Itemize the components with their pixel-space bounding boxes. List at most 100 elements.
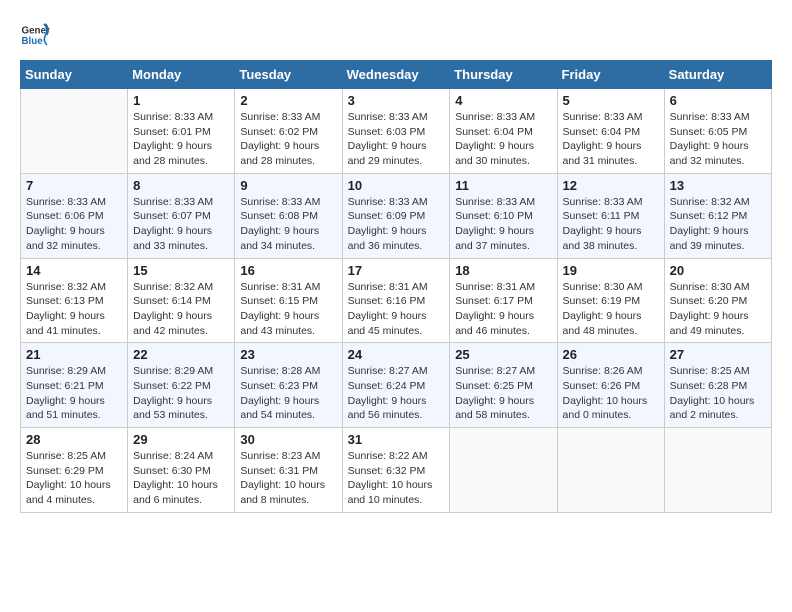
day-info: Sunrise: 8:32 AMSunset: 6:13 PMDaylight:… — [26, 280, 122, 339]
day-info: Sunrise: 8:33 AMSunset: 6:04 PMDaylight:… — [563, 110, 659, 169]
day-number: 12 — [563, 178, 659, 193]
day-info: Sunrise: 8:22 AMSunset: 6:32 PMDaylight:… — [348, 449, 445, 508]
calendar-cell — [664, 428, 771, 513]
calendar-cell: 24 Sunrise: 8:27 AMSunset: 6:24 PMDayligh… — [342, 343, 450, 428]
day-number: 17 — [348, 263, 445, 278]
calendar-cell: 4 Sunrise: 8:33 AMSunset: 6:04 PMDaylight… — [450, 89, 557, 174]
day-number: 29 — [133, 432, 229, 447]
calendar-cell: 25Sunrise: 8:27 AMSunset: 6:25 PMDayligh… — [450, 343, 557, 428]
calendar-cell: 29 Sunrise: 8:24 AMSunset: 6:30 PMDayligh… — [128, 428, 235, 513]
day-info: Sunrise: 8:29 AMSunset: 6:21 PMDaylight:… — [26, 364, 122, 423]
day-number: 11 — [455, 178, 551, 193]
calendar-cell: 12 Sunrise: 8:33 AMSunset: 6:11 PMDayligh… — [557, 173, 664, 258]
day-number: 8 — [133, 178, 229, 193]
day-number: 16 — [240, 263, 336, 278]
header: General Blue — [20, 20, 772, 50]
weekday-header-monday: Monday — [128, 61, 235, 89]
day-number: 5 — [563, 93, 659, 108]
day-info: Sunrise: 8:30 AMSunset: 6:20 PMDaylight:… — [670, 280, 766, 339]
weekday-header-sunday: Sunday — [21, 61, 128, 89]
day-info: Sunrise: 8:24 AMSunset: 6:30 PMDaylight:… — [133, 449, 229, 508]
day-info: Sunrise: 8:33 AMSunset: 6:02 PMDaylight:… — [240, 110, 336, 169]
calendar-cell: 16 Sunrise: 8:31 AMSunset: 6:15 PMDayligh… — [235, 258, 342, 343]
calendar-cell: 15 Sunrise: 8:32 AMSunset: 6:14 PMDayligh… — [128, 258, 235, 343]
day-info: Sunrise: 8:29 AMSunset: 6:22 PMDaylight:… — [133, 364, 229, 423]
calendar-cell: 14Sunrise: 8:32 AMSunset: 6:13 PMDayligh… — [21, 258, 128, 343]
calendar-cell: 18 Sunrise: 8:31 AMSunset: 6:17 PMDayligh… — [450, 258, 557, 343]
calendar-cell: 8 Sunrise: 8:33 AMSunset: 6:07 PMDaylight… — [128, 173, 235, 258]
day-number: 23 — [240, 347, 336, 362]
calendar-cell: 17 Sunrise: 8:31 AMSunset: 6:16 PMDayligh… — [342, 258, 450, 343]
day-info: Sunrise: 8:26 AMSunset: 6:26 PMDaylight:… — [563, 364, 659, 423]
calendar-cell: 10 Sunrise: 8:33 AMSunset: 6:09 PMDayligh… — [342, 173, 450, 258]
day-number: 28 — [26, 432, 122, 447]
calendar-cell: 2 Sunrise: 8:33 AMSunset: 6:02 PMDaylight… — [235, 89, 342, 174]
day-number: 31 — [348, 432, 445, 447]
calendar-cell: 5 Sunrise: 8:33 AMSunset: 6:04 PMDaylight… — [557, 89, 664, 174]
weekday-header-row: SundayMondayTuesdayWednesdayThursdayFrid… — [21, 61, 772, 89]
day-number: 3 — [348, 93, 445, 108]
day-number: 19 — [563, 263, 659, 278]
calendar-cell: 7 Sunrise: 8:33 AMSunset: 6:06 PMDaylight… — [21, 173, 128, 258]
day-number: 18 — [455, 263, 551, 278]
day-info: Sunrise: 8:33 AMSunset: 6:07 PMDaylight:… — [133, 195, 229, 254]
day-number: 25 — [455, 347, 551, 362]
weekday-header-friday: Friday — [557, 61, 664, 89]
day-number: 22 — [133, 347, 229, 362]
logo: General Blue — [20, 20, 54, 50]
day-info: Sunrise: 8:23 AMSunset: 6:31 PMDaylight:… — [240, 449, 336, 508]
day-info: Sunrise: 8:31 AMSunset: 6:17 PMDaylight:… — [455, 280, 551, 339]
calendar-cell: 20 Sunrise: 8:30 AMSunset: 6:20 PMDayligh… — [664, 258, 771, 343]
day-number: 13 — [670, 178, 766, 193]
day-info: Sunrise: 8:33 AMSunset: 6:04 PMDaylight:… — [455, 110, 551, 169]
day-info: Sunrise: 8:27 AMSunset: 6:24 PMDaylight:… — [348, 364, 445, 423]
calendar-cell — [450, 428, 557, 513]
day-info: Sunrise: 8:31 AMSunset: 6:15 PMDaylight:… — [240, 280, 336, 339]
day-number: 24 — [348, 347, 445, 362]
svg-text:Blue: Blue — [22, 36, 44, 47]
calendar-cell: 27Sunrise: 8:25 AMSunset: 6:28 PMDayligh… — [664, 343, 771, 428]
calendar-cell: 3 Sunrise: 8:33 AMSunset: 6:03 PMDaylight… — [342, 89, 450, 174]
day-number: 20 — [670, 263, 766, 278]
day-number: 9 — [240, 178, 336, 193]
day-number: 27 — [670, 347, 766, 362]
day-number: 10 — [348, 178, 445, 193]
week-row-4: 21 Sunrise: 8:29 AMSunset: 6:21 PMDayligh… — [21, 343, 772, 428]
calendar-table: SundayMondayTuesdayWednesdayThursdayFrid… — [20, 60, 772, 513]
calendar-cell — [557, 428, 664, 513]
week-row-1: 1 Sunrise: 8:33 AMSunset: 6:01 PMDaylight… — [21, 89, 772, 174]
calendar-cell: 11 Sunrise: 8:33 AMSunset: 6:10 PMDayligh… — [450, 173, 557, 258]
week-row-5: 28 Sunrise: 8:25 AMSunset: 6:29 PMDayligh… — [21, 428, 772, 513]
day-info: Sunrise: 8:33 AMSunset: 6:03 PMDaylight:… — [348, 110, 445, 169]
day-number: 1 — [133, 93, 229, 108]
calendar-cell: 23 Sunrise: 8:28 AMSunset: 6:23 PMDayligh… — [235, 343, 342, 428]
day-number: 7 — [26, 178, 122, 193]
calendar-cell: 28 Sunrise: 8:25 AMSunset: 6:29 PMDayligh… — [21, 428, 128, 513]
day-number: 4 — [455, 93, 551, 108]
calendar-cell: 30Sunrise: 8:23 AMSunset: 6:31 PMDayligh… — [235, 428, 342, 513]
day-info: Sunrise: 8:33 AMSunset: 6:01 PMDaylight:… — [133, 110, 229, 169]
day-number: 15 — [133, 263, 229, 278]
weekday-header-thursday: Thursday — [450, 61, 557, 89]
day-info: Sunrise: 8:25 AMSunset: 6:29 PMDaylight:… — [26, 449, 122, 508]
weekday-header-tuesday: Tuesday — [235, 61, 342, 89]
day-number: 21 — [26, 347, 122, 362]
calendar-cell: 13Sunrise: 8:32 AMSunset: 6:12 PMDayligh… — [664, 173, 771, 258]
calendar-cell: 21 Sunrise: 8:29 AMSunset: 6:21 PMDayligh… — [21, 343, 128, 428]
day-info: Sunrise: 8:28 AMSunset: 6:23 PMDaylight:… — [240, 364, 336, 423]
day-info: Sunrise: 8:33 AMSunset: 6:11 PMDaylight:… — [563, 195, 659, 254]
day-info: Sunrise: 8:33 AMSunset: 6:10 PMDaylight:… — [455, 195, 551, 254]
day-info: Sunrise: 8:33 AMSunset: 6:08 PMDaylight:… — [240, 195, 336, 254]
day-info: Sunrise: 8:33 AMSunset: 6:09 PMDaylight:… — [348, 195, 445, 254]
calendar-cell: 31 Sunrise: 8:22 AMSunset: 6:32 PMDayligh… — [342, 428, 450, 513]
weekday-header-saturday: Saturday — [664, 61, 771, 89]
day-info: Sunrise: 8:31 AMSunset: 6:16 PMDaylight:… — [348, 280, 445, 339]
day-info: Sunrise: 8:33 AMSunset: 6:05 PMDaylight:… — [670, 110, 766, 169]
day-info: Sunrise: 8:32 AMSunset: 6:14 PMDaylight:… — [133, 280, 229, 339]
day-number: 26 — [563, 347, 659, 362]
calendar-cell: 1 Sunrise: 8:33 AMSunset: 6:01 PMDaylight… — [128, 89, 235, 174]
day-info: Sunrise: 8:33 AMSunset: 6:06 PMDaylight:… — [26, 195, 122, 254]
calendar-cell — [21, 89, 128, 174]
day-number: 2 — [240, 93, 336, 108]
calendar-cell: 26 Sunrise: 8:26 AMSunset: 6:26 PMDayligh… — [557, 343, 664, 428]
